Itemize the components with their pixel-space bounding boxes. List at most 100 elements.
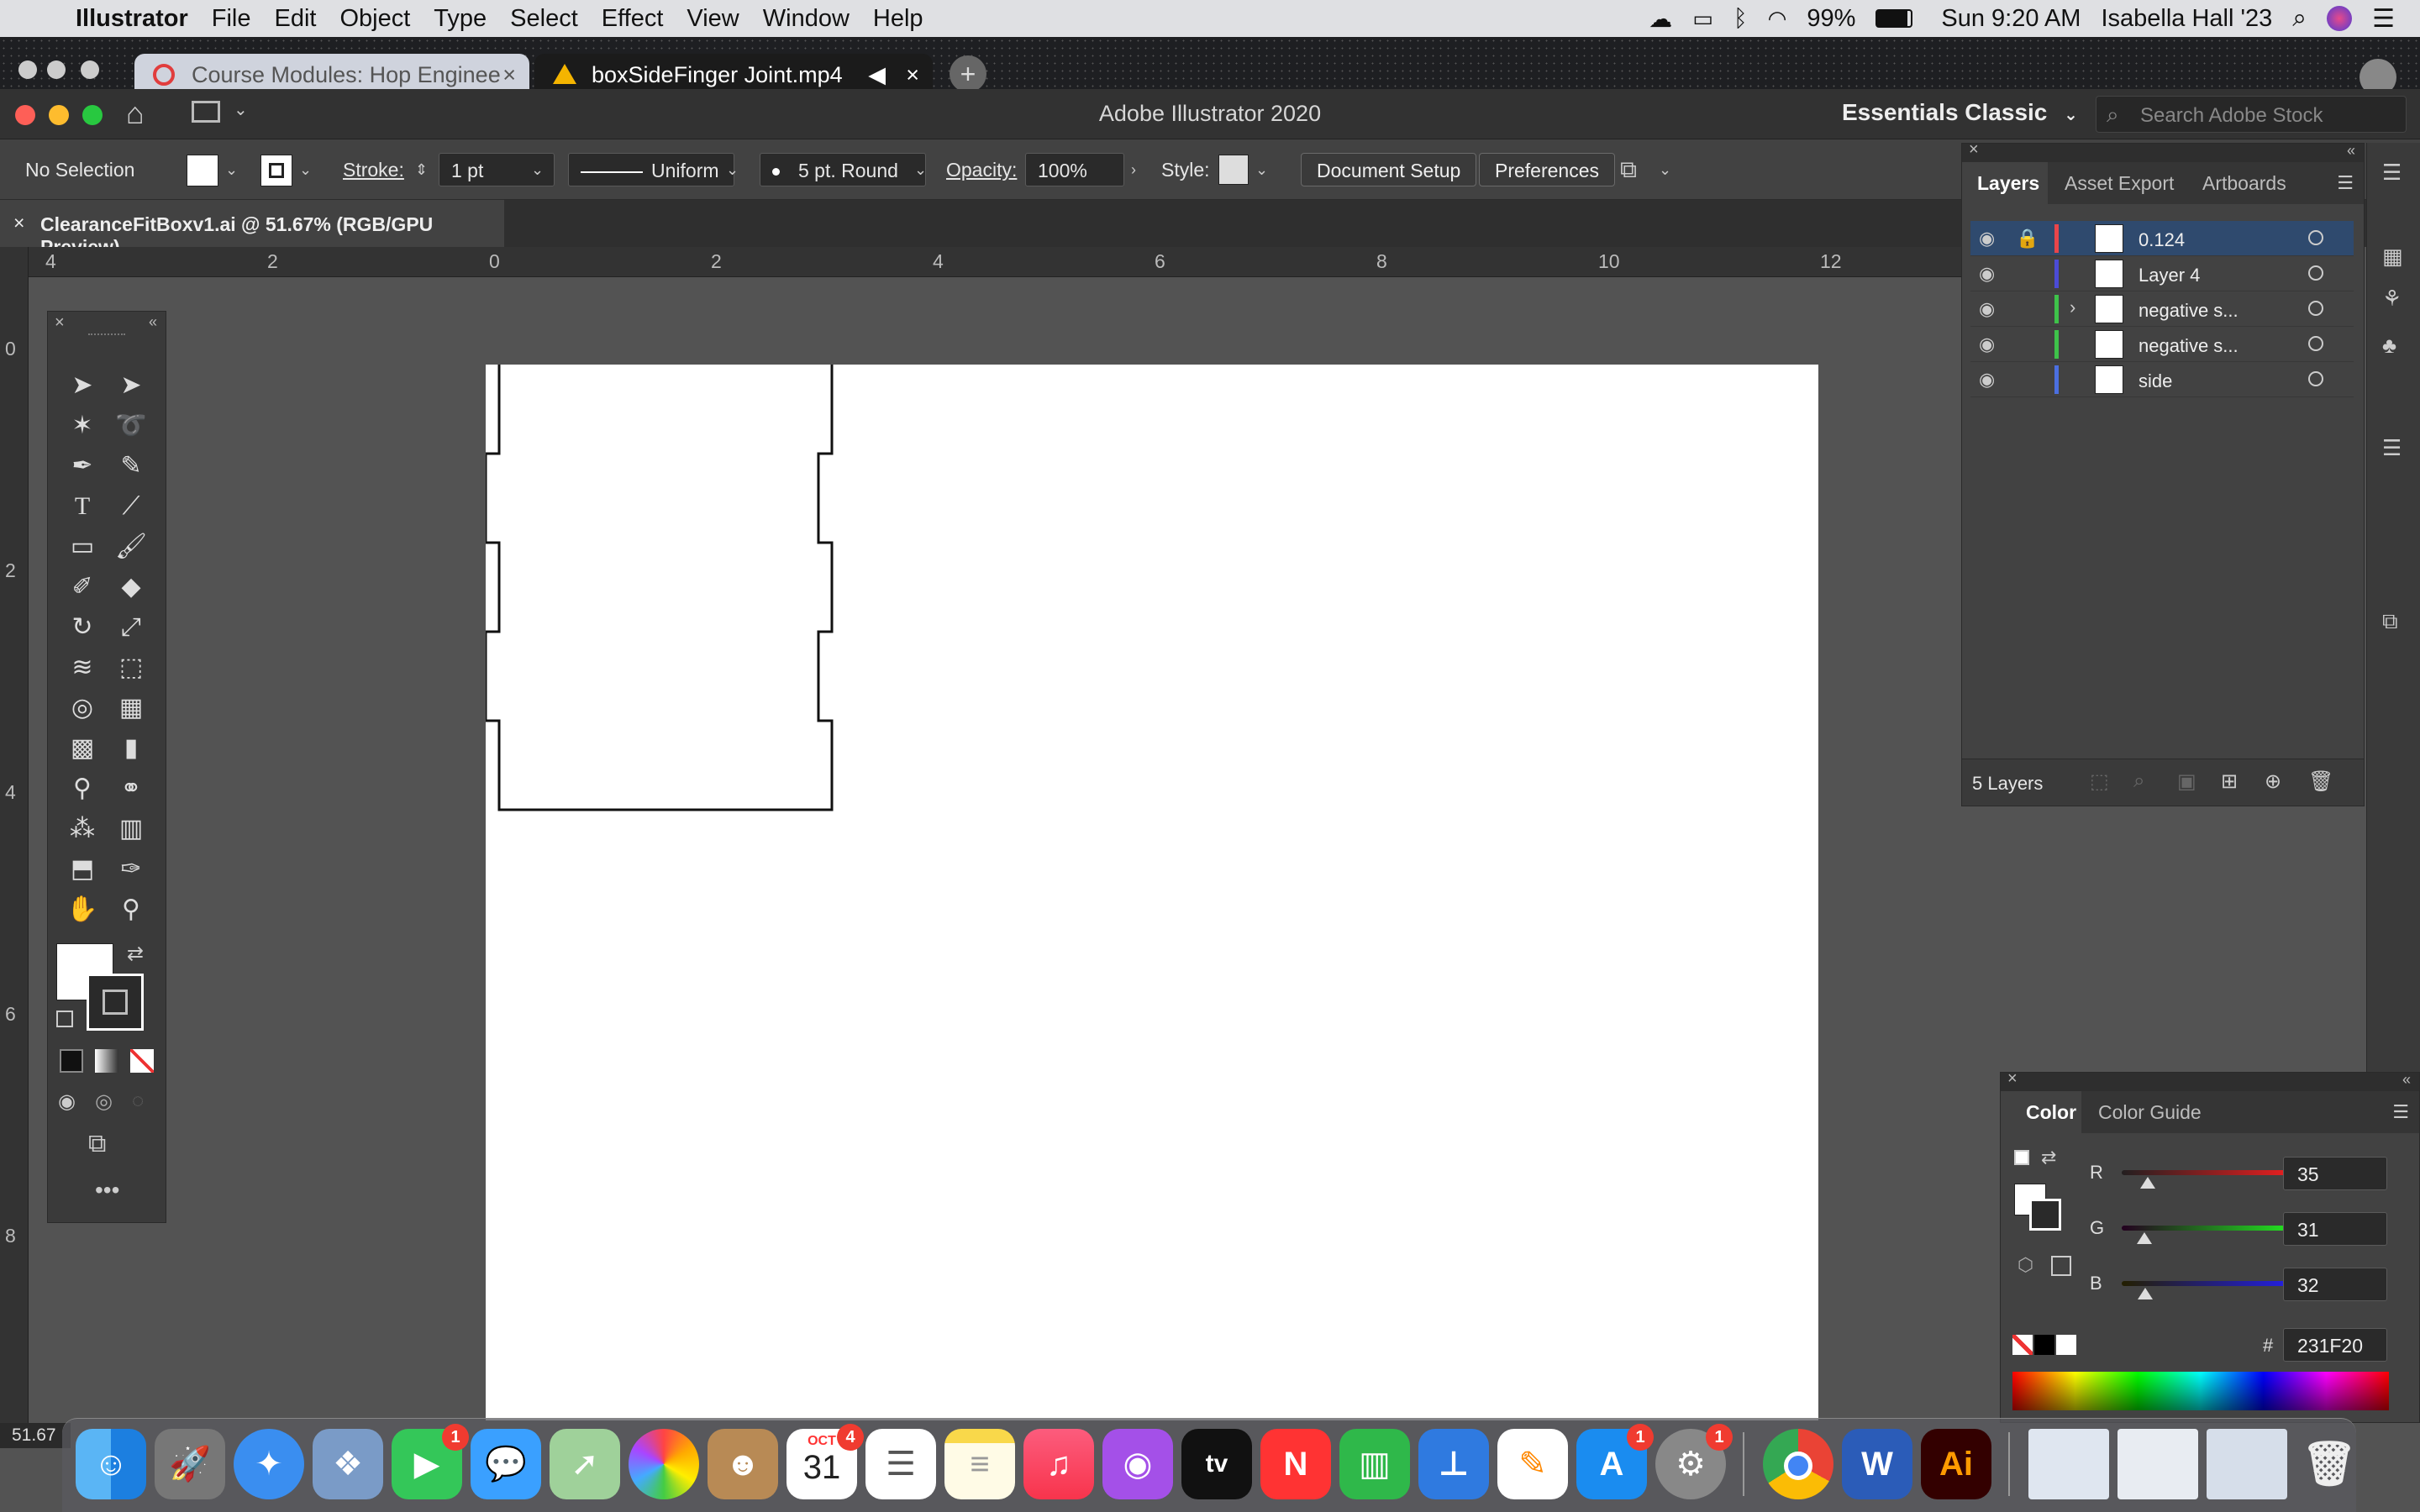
menu-window[interactable]: Window [763,5,850,33]
swap-fill-stroke-icon[interactable]: ⇄ [127,942,144,966]
direct-selection-tool-icon[interactable]: ➤ [108,367,154,404]
layer-name[interactable]: Layer 4 [2139,265,2200,286]
home-icon[interactable]: ⌂ [126,96,145,131]
eyedropper-tool-icon[interactable]: ⚲ [60,770,105,807]
slice-tool-icon[interactable]: ✑ [108,851,154,888]
close-icon[interactable]: × [1969,140,1979,160]
chevron-down-icon[interactable]: ⌄ [234,99,248,120]
bluetooth-icon[interactable]: ᛒ [1733,5,1748,32]
fill-swatch[interactable] [187,155,218,186]
graphic-style-swatch[interactable] [1218,155,1249,185]
calendar-icon[interactable]: OCT 31 4 [786,1424,864,1499]
zoom-level-field[interactable]: 51.67 [0,1423,71,1448]
wifi-icon[interactable]: ◠ [1768,6,1787,32]
close-window-button[interactable] [15,105,35,125]
layer-row[interactable]: ◉ negative s... [1970,327,2354,362]
workspace-switcher[interactable]: Essentials Classic ⌄ [1842,99,2078,126]
blue-slider-knob[interactable] [2138,1288,2153,1299]
symbol-sprayer-tool-icon[interactable]: ⁂ [60,811,105,848]
hex-value-field[interactable]: 231F20 [2283,1328,2387,1362]
opacity-label[interactable]: Opacity: [946,153,1017,186]
selection-tool-icon[interactable]: ➤ [60,367,105,404]
none-mode-icon[interactable] [130,1049,154,1073]
blue-slider[interactable] [2122,1281,2310,1286]
scale-tool-icon[interactable]: ⤢ [108,609,154,646]
web-safe-icon[interactable] [2051,1256,2071,1276]
default-colors-icon[interactable] [2014,1150,2029,1165]
facetime-icon[interactable]: ▶ 1 [392,1424,469,1499]
new-tab-icon[interactable]: + [950,55,986,92]
pen-tool-icon[interactable]: ✒ [60,448,105,485]
type-tool-icon[interactable]: T [60,488,105,525]
browser-tab-video[interactable]: boxSideFinger Joint.mp4 ◀ × [534,54,933,89]
visibility-eye-icon[interactable]: ◉ [1979,333,1995,355]
menu-select[interactable]: Select [510,5,578,33]
maps-icon[interactable]: ➚ [550,1429,620,1499]
visibility-eye-icon[interactable]: ◉ [1979,263,1995,285]
news-icon[interactable]: N [1260,1429,1331,1499]
symbols-panel-icon[interactable]: ♣ [2382,333,2396,359]
preview-icon[interactable]: ❖ [313,1429,383,1499]
tab-color[interactable]: Color [2001,1091,2081,1133]
word-icon[interactable]: W [1842,1429,1912,1499]
artboard-tool-icon[interactable]: ⬒ [60,851,105,888]
gradient-tool-icon[interactable]: ▮ [108,730,154,767]
panel-menu-icon[interactable]: ☰ [2337,172,2354,194]
blue-value-field[interactable]: 32 [2283,1268,2387,1301]
green-slider-knob[interactable] [2137,1232,2153,1244]
zoom-tool-icon[interactable]: ⚲ [108,891,154,928]
arrange-icon[interactable]: ⧉ [1620,153,1637,186]
collapse-icon[interactable]: « [149,313,157,331]
line-tool-icon[interactable]: ⟋ [108,488,154,525]
collect-for-export-icon[interactable]: ⬚ [2090,769,2109,794]
control-center-icon[interactable]: ☰ [2372,4,2395,34]
target-circle-icon[interactable] [2308,371,2323,386]
arrange-documents-icon[interactable] [192,101,220,123]
swatches-panel-icon[interactable]: ▦ [2382,244,2403,270]
menu-edit[interactable]: Edit [274,5,316,33]
curvature-tool-icon[interactable]: ✎ [108,448,154,485]
layer-row[interactable]: ◉ Layer 4 [1970,256,2354,291]
close-icon[interactable]: × [13,212,24,234]
brushes-panel-icon[interactable]: ⚘ [2382,286,2402,312]
user-name[interactable]: Isabella Hall '23 [2101,5,2272,33]
panel-header[interactable]: × « [2001,1069,2419,1091]
photos-icon[interactable] [629,1429,699,1499]
menu-app[interactable]: Illustrator [76,5,188,33]
close-icon[interactable]: × [502,62,516,88]
document-setup-button[interactable]: Document Setup [1301,153,1477,186]
green-value-field[interactable]: 31 [2283,1212,2387,1246]
color-spectrum[interactable] [2012,1372,2389,1410]
change-screen-mode-icon[interactable]: ⧉ [88,1130,106,1158]
menu-view[interactable]: View [687,5,739,33]
battery-icon[interactable] [1876,9,1913,28]
creative-cloud-icon[interactable]: ☁ [1649,5,1672,33]
minimize-window-button[interactable] [49,105,69,125]
create-layer-icon[interactable]: ⊕ [2265,769,2281,794]
layer-name[interactable]: 0.124 [2139,229,2185,251]
chevron-down-icon[interactable]: ⌄ [914,153,927,186]
tab-color-guide[interactable]: Color Guide [2098,1091,2202,1133]
siri-icon[interactable] [2327,6,2353,31]
draw-behind-icon[interactable]: ◎ [95,1089,113,1114]
brush-definition[interactable]: 5 pt. Round [760,153,926,186]
stroke-color-box[interactable] [2029,1199,2061,1231]
minimized-window-thumbnail[interactable] [2207,1429,2287,1499]
target-circle-icon[interactable] [2308,265,2323,281]
menu-effect[interactable]: Effect [602,5,664,33]
menu-object[interactable]: Object [339,5,410,33]
draw-normal-icon[interactable]: ◉ [58,1089,76,1114]
keynote-icon[interactable]: ⊥ [1418,1429,1489,1499]
stroke-swatch[interactable] [260,155,292,186]
minimized-window-thumbnail[interactable] [2118,1429,2198,1499]
tab-artboards[interactable]: Artboards [2202,162,2286,204]
layer-name[interactable]: negative s... [2139,335,2238,357]
music-icon[interactable]: ♫ [1023,1429,1094,1499]
paintbrush-tool-icon[interactable]: 🖌 [108,528,154,565]
menu-file[interactable]: File [212,5,251,33]
visibility-eye-icon[interactable]: ◉ [1979,298,1995,320]
chevron-down-icon[interactable]: ⌄ [299,153,312,186]
chevron-down-icon[interactable]: ⌄ [531,153,544,186]
launchpad-icon[interactable]: 🚀 [155,1429,225,1499]
layer-name[interactable]: side [2139,370,2172,392]
